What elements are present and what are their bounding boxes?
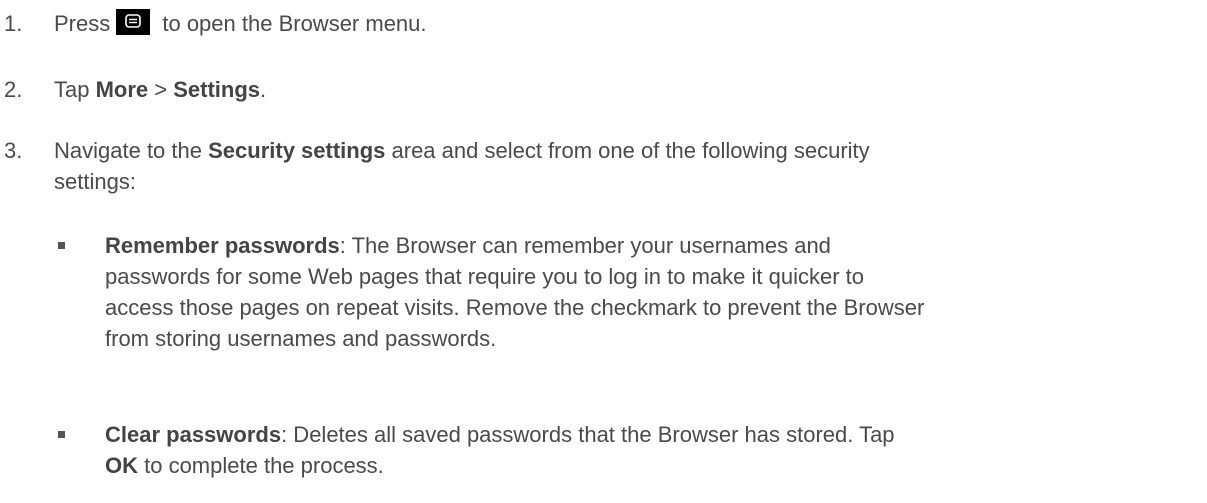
step-3-rest: area and select from one of the followin… (385, 138, 870, 163)
step-3-lead: Navigate to the (54, 138, 209, 163)
security-settings-label: Security settings (208, 138, 386, 163)
ok-label: OK (105, 453, 138, 478)
period: . (260, 77, 267, 102)
clear-passwords-term: Clear passwords (105, 422, 282, 447)
settings-label: Settings (173, 77, 261, 102)
step-text: Tap More > Settings. (54, 74, 1187, 105)
bullet-line: passwords for some Web pages that requir… (105, 264, 864, 289)
step-number: 1. (4, 11, 23, 36)
press-word: Press (54, 11, 111, 36)
instruction-document: 1. Press to open the Browser menu. 2. Ta… (0, 0, 1207, 503)
step-1-rest: to open the Browser menu. (156, 11, 427, 36)
bullet-line: access those pages on repeat visits. Rem… (105, 295, 925, 320)
menu-key-icon (116, 9, 151, 35)
bullet-line: to complete the process. (138, 453, 384, 478)
more-label: More (95, 77, 149, 102)
bullet-icon (58, 431, 65, 438)
bullet-icon (58, 242, 65, 249)
bullet-line: from storing usernames and passwords. (105, 326, 497, 351)
step-number: 3. (4, 138, 23, 163)
bullet-text: Remember passwords: The Browser can reme… (105, 230, 1187, 354)
bullet-text: Clear passwords: Deletes all saved passw… (105, 419, 1187, 481)
step-number: 2. (4, 77, 23, 102)
bullet-line: : The Browser can remember your username… (339, 233, 831, 258)
step-text: Press to open the Browser menu. (54, 8, 1187, 39)
remember-passwords-term: Remember passwords (105, 233, 340, 258)
step-text: Navigate to the Security settings area a… (54, 135, 1187, 197)
step-3-line2: settings: (54, 169, 136, 194)
bullet-line: : Deletes all saved passwords that the B… (281, 422, 895, 447)
tap-word: Tap (54, 77, 96, 102)
separator: > (148, 77, 174, 102)
